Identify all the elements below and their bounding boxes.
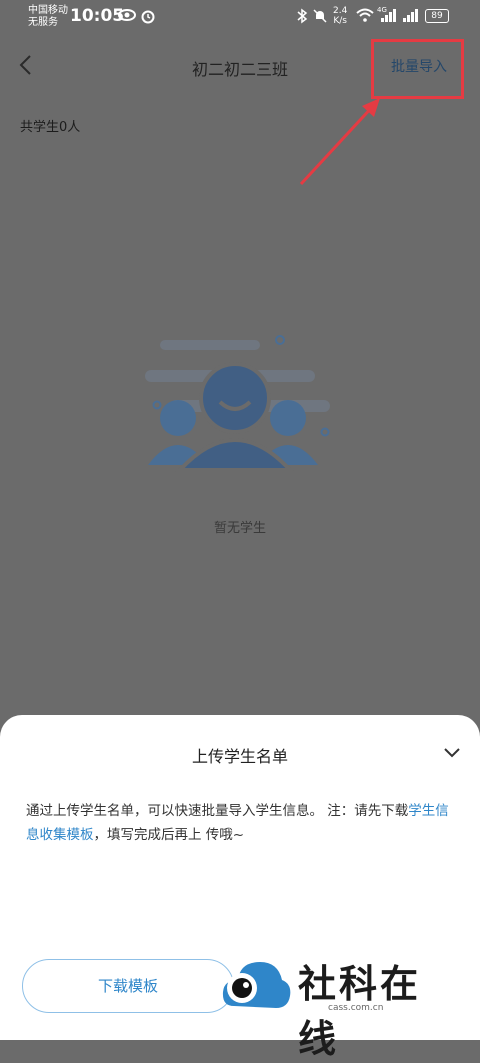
description-text: 通过上传学生名单，可以快速批量导入学生信息。 注：请先下载 <box>26 803 409 819</box>
sheet-title: 上传学生名单 <box>191 747 288 766</box>
description-text-end: ，填写完成后再上 传哦~ <box>93 827 245 843</box>
annotation-arrow-top <box>299 98 380 186</box>
sheet-description: 通过上传学生名单，可以快速批量导入学生信息。 注：请先下载学生信息收集模板，填写… <box>26 799 456 847</box>
download-template-button[interactable]: 下载模板 <box>22 959 234 1013</box>
collapse-button[interactable] <box>440 743 464 763</box>
empty-students-icon <box>145 335 330 472</box>
chevron-down-icon <box>444 748 460 758</box>
watermark-domain: cass.com.cn <box>328 1003 384 1013</box>
empty-state-text: 暂无学生 <box>213 521 266 536</box>
cloud-logo-icon <box>222 962 291 1008</box>
watermark: 社科在线 cass.com.cn <box>220 950 460 1061</box>
